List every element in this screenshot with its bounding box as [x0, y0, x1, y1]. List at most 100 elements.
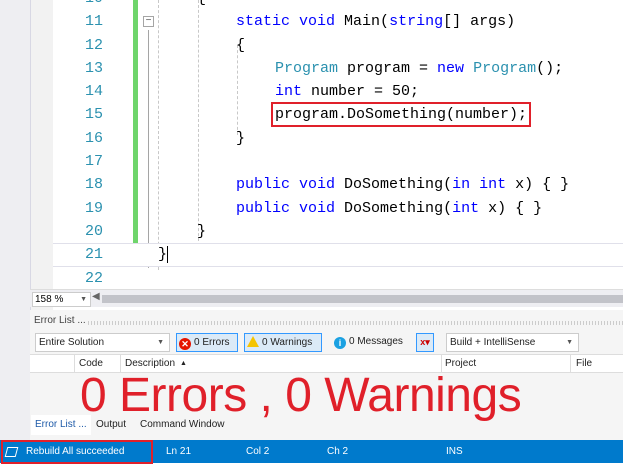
keyword-token: in — [452, 176, 471, 194]
code-token: DoSomething( — [335, 199, 453, 217]
chevron-down-icon: ▼ — [566, 339, 573, 346]
build-filter-value: Build + IntelliSense — [450, 337, 536, 348]
code-line[interactable]: 17 — [53, 150, 623, 173]
code-token: } — [158, 246, 168, 264]
code-token: [] args) — [443, 13, 516, 31]
keyword-token: static — [236, 13, 291, 31]
status-insert-mode: INS — [446, 446, 463, 457]
scope-value: Entire Solution — [39, 337, 105, 348]
code-line[interactable]: 11 static void Main(string[] args) — [53, 10, 623, 33]
tab-command-window[interactable]: Command Window — [140, 415, 224, 435]
errors-filter-button[interactable]: ✕ 0 Errors — [176, 333, 238, 352]
messages-filter-button[interactable]: i0 Messages — [332, 333, 410, 350]
code-line[interactable]: 15 program.DoSomething(number); — [53, 102, 623, 128]
messages-label: 0 Messages — [349, 336, 403, 347]
code-lines: 10 {11 static void Main(string[] args) 12 {1… — [53, 0, 623, 289]
status-column: Col 2 — [246, 446, 270, 457]
code-text: public void DoSomething(int x) { } — [236, 197, 542, 220]
line-number: 13 — [84, 59, 103, 77]
panel-title: Error List ... — [34, 315, 86, 326]
code-editor[interactable]: − 10{11static void Main(string[] args)12… — [53, 0, 623, 289]
chevron-down-icon: ▼ — [157, 339, 164, 346]
code-text: { — [197, 0, 206, 10]
code-line[interactable]: 20} — [53, 220, 623, 243]
editor-margin — [31, 0, 53, 310]
code-line[interactable]: 10 { — [53, 0, 623, 10]
code-text: { — [236, 34, 245, 57]
code-token: } — [197, 222, 207, 240]
warning-icon — [247, 336, 259, 347]
line-number: 12 — [84, 36, 103, 54]
info-icon: i — [334, 337, 346, 349]
code-line[interactable]: 22 — [53, 267, 623, 289]
scope-dropdown[interactable]: Entire Solution ▼ — [35, 333, 170, 352]
code-line[interactable]: 21} — [53, 243, 623, 267]
status-message: Rebuild All succeeded — [26, 446, 125, 457]
code-text: public void DoSomething(in int x) { } — [236, 173, 569, 196]
line-number: 19 — [84, 199, 103, 217]
panel-drag-handle[interactable] — [88, 321, 623, 325]
build-filter-dropdown[interactable]: Build + IntelliSense ▼ — [446, 333, 579, 352]
code-line[interactable]: 19 public void DoSomething(int x) { } — [53, 197, 623, 220]
left-tool-strip — [0, 0, 31, 440]
code-line[interactable]: 12 { — [53, 34, 623, 57]
status-line: Ln 21 — [166, 446, 192, 457]
code-text: Program program = new Program(); — [275, 57, 563, 80]
errors-label: 0 Errors — [194, 337, 230, 348]
code-token: x) { } — [479, 199, 543, 217]
keyword-token: string — [389, 13, 444, 31]
code-token: program = — [338, 59, 438, 77]
code-text: program.DoSomething(number); — [270, 102, 532, 128]
line-number: 14 — [84, 83, 103, 101]
keyword-token: int — [275, 83, 303, 101]
line-number: 10 — [53, 0, 103, 10]
keyword-token: new — [437, 59, 465, 77]
keyword-token: void — [299, 199, 336, 217]
line-number: 17 — [84, 153, 103, 171]
code-token: { — [197, 0, 206, 7]
code-token: x) { } — [506, 176, 570, 194]
code-token: Main( — [335, 13, 390, 31]
line-number: 16 — [84, 129, 103, 147]
code-token: } — [236, 129, 246, 147]
highlight-box: program.DoSomething(number); — [270, 102, 532, 128]
warnings-filter-button[interactable]: 0 Warnings — [244, 333, 322, 352]
zoom-value: 158 % — [35, 294, 64, 305]
error-icon: ✕ — [179, 338, 191, 350]
code-token: program.DoSomething(number); — [275, 106, 528, 124]
scroll-left-icon[interactable]: ◀ — [92, 291, 100, 302]
status-bar: Rebuild All succeeded Ln 21 Col 2 Ch 2 I… — [0, 440, 623, 464]
keyword-token: public — [236, 199, 291, 217]
code-text: static void Main(string[] args) — [236, 10, 515, 33]
keyword-token: void — [299, 176, 336, 194]
code-line[interactable]: 16} — [53, 127, 623, 150]
code-text: } — [197, 220, 206, 243]
code-line[interactable]: 13 Program program = new Program(); — [53, 57, 623, 80]
horizontal-scrollbar[interactable] — [102, 295, 623, 303]
line-number: 21 — [84, 246, 103, 264]
code-line[interactable]: 14 int number = 50; — [53, 80, 623, 103]
x-filter-icon[interactable]: x▾ — [416, 333, 434, 352]
keyword-token: public — [236, 176, 291, 194]
chevron-down-icon: ▼ — [80, 296, 87, 303]
line-number: 15 — [84, 106, 103, 124]
code-token: (); — [536, 59, 564, 77]
code-line[interactable]: 18 public void DoSomething(in int x) { } — [53, 173, 623, 196]
keyword-token: int — [479, 176, 507, 194]
code-token: DoSomething( — [335, 176, 453, 194]
tab-output[interactable]: Output — [96, 415, 126, 435]
keyword-token: void — [299, 13, 336, 31]
text-cursor — [167, 245, 169, 263]
column-file[interactable]: File — [576, 355, 592, 372]
keyword-token: int — [452, 199, 480, 217]
tab-error-list[interactable]: Error List ... — [31, 415, 91, 435]
type-token: Program — [473, 59, 537, 77]
error-list-panel: Error List ... Entire Solution ▼ ✕ 0 Error… — [30, 310, 623, 440]
zoom-dropdown[interactable]: 158 % ▼ — [32, 292, 91, 307]
line-number: 20 — [84, 222, 103, 240]
